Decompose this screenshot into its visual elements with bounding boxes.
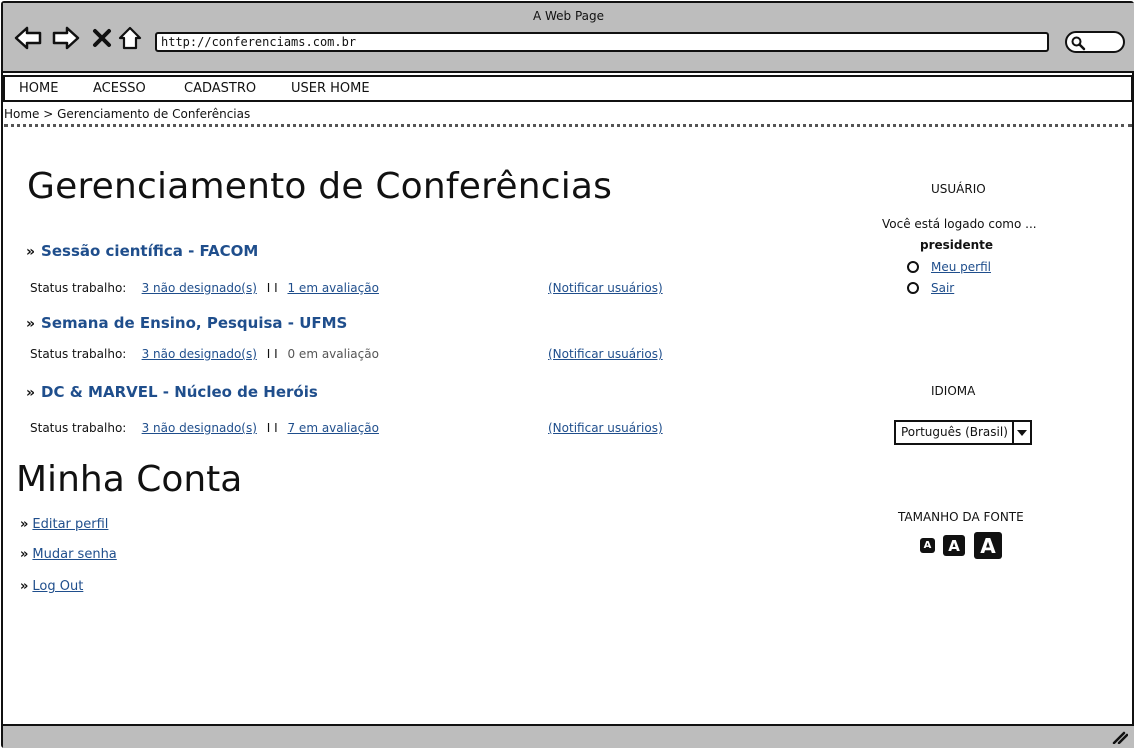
browser-status-bar: [3, 724, 1134, 748]
back-arrow-icon[interactable]: [14, 24, 42, 52]
menu-item-user-home[interactable]: USER HOME: [291, 81, 370, 96]
status-row: Status trabalho: 3 não designado(s) I I …: [30, 421, 379, 435]
status-label: Status trabalho:: [30, 347, 127, 361]
browser-search-box[interactable]: [1065, 31, 1125, 53]
chevron-down-icon: [1012, 422, 1030, 443]
unassigned-link[interactable]: 3 não designado(s): [142, 281, 257, 295]
separator: I I: [266, 281, 278, 295]
divider: [4, 124, 1132, 127]
conference-name: Sessão científica - FACOM: [41, 242, 259, 260]
conference-name: Semana de Ensino, Pesquisa - UFMS: [41, 314, 348, 332]
chevron-right-icon: »: [26, 316, 36, 332]
resize-grip-icon[interactable]: [1112, 730, 1128, 744]
logout-link[interactable]: Log Out: [32, 579, 83, 594]
search-icon: [1071, 36, 1086, 51]
address-bar[interactable]: http://conferenciams.com.br: [155, 32, 1049, 52]
status-row: Status trabalho: 3 não designado(s) I I …: [30, 281, 379, 295]
menu-item-acesso[interactable]: ACESSO: [93, 81, 146, 96]
menu-item-home[interactable]: HOME: [19, 81, 58, 96]
my-profile-item[interactable]: Meu perfil: [907, 260, 991, 274]
account-title: Minha Conta: [16, 459, 243, 500]
chevron-right-icon: »: [20, 547, 29, 562]
change-password-item: » Mudar senha: [20, 547, 117, 562]
status-label: Status trabalho:: [30, 421, 127, 435]
conference-name: DC & MARVEL - Núcleo de Heróis: [41, 383, 318, 401]
home-icon[interactable]: [116, 24, 144, 52]
page-title: Gerenciamento de Conferências: [27, 166, 613, 207]
bullet-icon: [907, 261, 919, 273]
separator: I I: [266, 421, 278, 435]
notify-users-link[interactable]: (Notificar usuários): [548, 281, 663, 295]
stop-icon[interactable]: [88, 24, 116, 52]
edit-profile-link[interactable]: Editar perfil: [32, 517, 108, 532]
language-select[interactable]: Português (Brasil): [894, 420, 1032, 445]
font-large-button[interactable]: A: [974, 532, 1002, 559]
notify-users-link[interactable]: (Notificar usuários): [548, 347, 663, 361]
conference-title[interactable]: » Semana de Ensino, Pesquisa - UFMS: [26, 314, 347, 332]
window-title: A Web Page: [532, 9, 605, 23]
in-review-text: 0 em avaliação: [287, 347, 379, 361]
chevron-right-icon: »: [26, 385, 36, 401]
chevron-right-icon: »: [20, 517, 29, 532]
bullet-icon: [907, 282, 919, 294]
font-size-heading: TAMANHO DA FONTE: [898, 510, 1024, 524]
conference-title[interactable]: » DC & MARVEL - Núcleo de Heróis: [26, 383, 318, 401]
status-label: Status trabalho:: [30, 281, 127, 295]
edit-profile-item: » Editar perfil: [20, 517, 108, 532]
main-menu: HOME ACESSO CADASTRO USER HOME: [3, 75, 1133, 102]
unassigned-link[interactable]: 3 não designado(s): [142, 347, 257, 361]
conference-title[interactable]: » Sessão científica - FACOM: [26, 242, 258, 260]
in-review-link[interactable]: 1 em avaliação: [287, 281, 378, 295]
language-heading: IDIOMA: [931, 384, 976, 398]
status-row: Status trabalho: 3 não designado(s) I I …: [30, 347, 379, 361]
logout-sidebar-item[interactable]: Sair: [907, 281, 954, 295]
notify-users-link[interactable]: (Notificar usuários): [548, 421, 663, 435]
browser-toolbar: A Web Page http://conferenciams.com.br: [3, 3, 1134, 73]
change-password-link[interactable]: Mudar senha: [32, 547, 116, 562]
menu-item-cadastro[interactable]: CADASTRO: [184, 81, 256, 96]
user-heading: USUÁRIO: [931, 182, 986, 196]
breadcrumb: Home > Gerenciamento de Conferências: [4, 107, 251, 121]
chevron-right-icon: »: [20, 579, 29, 594]
separator: I I: [266, 347, 278, 361]
exit-link[interactable]: Sair: [931, 281, 954, 295]
in-review-link[interactable]: 7 em avaliação: [287, 421, 378, 435]
font-medium-button[interactable]: A: [943, 535, 965, 556]
url-text: http://conferenciams.com.br: [161, 35, 357, 49]
logout-item: » Log Out: [20, 579, 83, 594]
logged-in-text: Você está logado como ...: [882, 217, 1037, 231]
language-value: Português (Brasil): [901, 425, 1008, 439]
forward-arrow-icon[interactable]: [52, 24, 80, 52]
chevron-right-icon: »: [26, 244, 36, 260]
unassigned-link[interactable]: 3 não designado(s): [142, 421, 257, 435]
user-role: presidente: [920, 238, 994, 252]
font-small-button[interactable]: A: [920, 538, 935, 553]
my-profile-link[interactable]: Meu perfil: [931, 260, 991, 274]
